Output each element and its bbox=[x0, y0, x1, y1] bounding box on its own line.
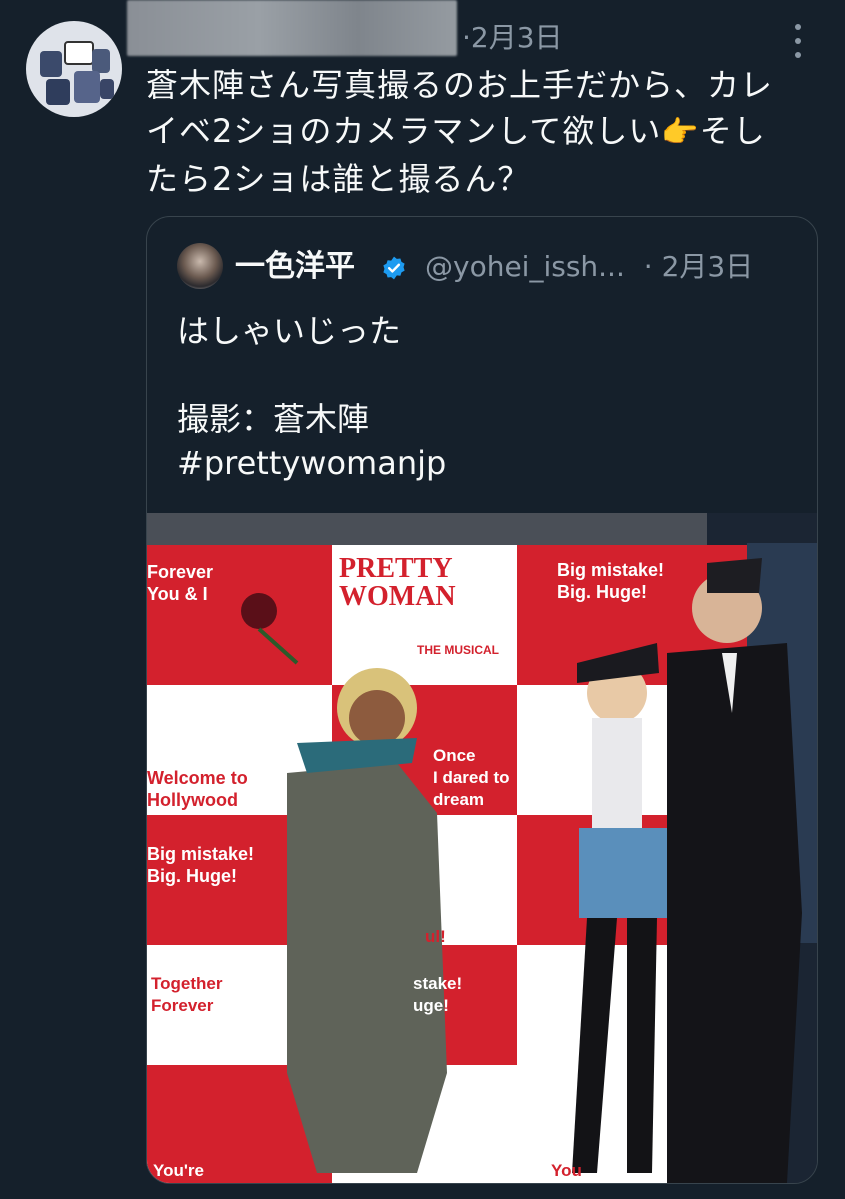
hashtag-link[interactable]: #prettywomanjp bbox=[177, 441, 797, 485]
poster-text-youre: You're bbox=[153, 1161, 204, 1180]
poster-text-welcome: Welcome to Hollywood bbox=[147, 768, 248, 810]
pointing-right-icon: 👉 bbox=[661, 115, 700, 150]
poster-text-once-bottom: Once I dared to bbox=[429, 1142, 502, 1179]
tweet-date[interactable]: ·2月3日 bbox=[462, 20, 563, 56]
poster-subtitle: THE MUSICAL bbox=[417, 643, 499, 657]
tweet-text-line3: たら2ショは誰と撮るん？ bbox=[146, 160, 531, 198]
tweet-text-line1: 蒼木陣さん写真撮るのお上手だから、カレ bbox=[146, 66, 774, 104]
quoted-date-separator: · bbox=[643, 250, 653, 283]
blurred-username[interactable] bbox=[127, 0, 457, 56]
quoted-text-line1: はしゃいじった bbox=[177, 312, 402, 350]
poster-text-you: You bbox=[551, 1161, 582, 1180]
user-avatar[interactable] bbox=[26, 21, 122, 117]
quoted-tweet[interactable]: 一色洋平 @yohei_issh... · 2月3日 はしゃいじった 撮影：蒼木… bbox=[146, 216, 818, 1184]
quoted-display-name[interactable]: 一色洋平 bbox=[235, 247, 355, 287]
tweet-date-text[interactable]: 2月3日 bbox=[471, 21, 563, 54]
poster-text-forever: Forever You & I bbox=[147, 562, 214, 604]
verified-badge-icon bbox=[383, 256, 405, 280]
poster-text-big-mistake-top: Big mistake! Big. Huge! bbox=[557, 560, 665, 602]
quoted-user-avatar[interactable] bbox=[177, 243, 223, 289]
poster-text-stake: stake! uge! bbox=[413, 974, 463, 1015]
poster-text-once-dared: Once I dared to dream bbox=[433, 746, 510, 809]
tweet-text-line2a: イベ2ショのカメラマンして欲しい bbox=[146, 112, 662, 150]
poster-text-together: Together Forever bbox=[151, 974, 223, 1015]
quoted-date[interactable]: 2月3日 bbox=[662, 250, 754, 283]
tweet[interactable]: ·2月3日 蒼木陣さん写真撮るのお上手だから、カレ イベ2ショのカメラマンして欲… bbox=[0, 0, 845, 1199]
quoted-handle[interactable]: @yohei_issh... bbox=[425, 250, 625, 283]
poster-text-big-mistake-mid: Big mistake! Big. Huge! bbox=[147, 844, 255, 886]
more-options-icon[interactable] bbox=[788, 24, 808, 58]
tweet-text: 蒼木陣さん写真撮るのお上手だから、カレ イベ2ショのカメラマンして欲しい👉そし … bbox=[146, 62, 826, 202]
quoted-photo[interactable]: Forever You & I PRETTY WOMAN THE MUSICAL… bbox=[147, 513, 817, 1183]
quoted-text-line2: 撮影：蒼木陣 bbox=[177, 400, 370, 438]
tweet-text-line2b: そし bbox=[699, 112, 766, 150]
poster-text-ul: ul! bbox=[425, 927, 446, 946]
quoted-text: はしゃいじった 撮影：蒼木陣 #prettywomanjp bbox=[177, 309, 797, 485]
tweet-text-line2: イベ2ショのカメラマンして欲しい👉そし bbox=[146, 108, 826, 156]
poster-title: PRETTY WOMAN bbox=[339, 553, 456, 612]
quoted-handle-row: @yohei_issh... · 2月3日 bbox=[425, 247, 753, 287]
